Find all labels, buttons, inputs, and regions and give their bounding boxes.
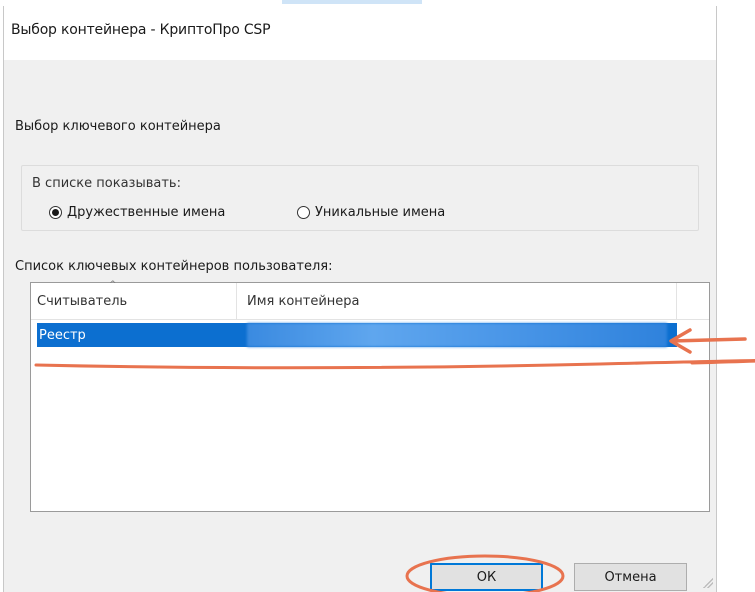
ok-button[interactable]: ОК xyxy=(430,563,543,591)
sort-arrow-icon: ^ xyxy=(109,280,117,290)
cancel-button[interactable]: Отмена xyxy=(574,563,687,591)
title-bar: Выбор контейнера - КриптоПро CSP xyxy=(4,6,716,60)
container-list-label: Список ключевых контейнеров пользователя… xyxy=(15,259,333,274)
resize-grip-icon[interactable] xyxy=(703,578,713,588)
group-legend: В списке показывать: xyxy=(32,176,181,191)
radio-unselected-icon xyxy=(297,206,310,219)
radio-unique-names[interactable]: Уникальные имена xyxy=(297,205,445,220)
show-options-group xyxy=(21,165,699,231)
column-header-reader[interactable]: ^ Считыватель xyxy=(31,280,237,319)
container-list[interactable]: ^ Считыватель Имя контейнера Реестр xyxy=(30,280,710,512)
radio-selected-icon xyxy=(49,206,62,219)
column-header-reader-label: Считыватель xyxy=(37,293,128,309)
column-header-container-label: Имя контейнера xyxy=(247,293,360,309)
radio-friendly-names-label: Дружественные имена xyxy=(67,205,226,220)
top-strip xyxy=(282,0,422,4)
column-header-container[interactable]: Имя контейнера xyxy=(237,283,677,319)
radio-friendly-names[interactable]: Дружественные имена xyxy=(49,205,225,220)
list-header: ^ Считыватель Имя контейнера xyxy=(31,280,709,320)
cell-reader: Реестр xyxy=(39,327,86,343)
dialog-heading: Выбор ключевого контейнера xyxy=(15,119,221,134)
table-row[interactable]: Реестр xyxy=(37,323,677,347)
window-title: Выбор контейнера - КриптоПро CSP xyxy=(11,22,271,38)
cell-container-blurred xyxy=(247,323,667,347)
radio-unique-names-label: Уникальные имена xyxy=(315,205,446,220)
